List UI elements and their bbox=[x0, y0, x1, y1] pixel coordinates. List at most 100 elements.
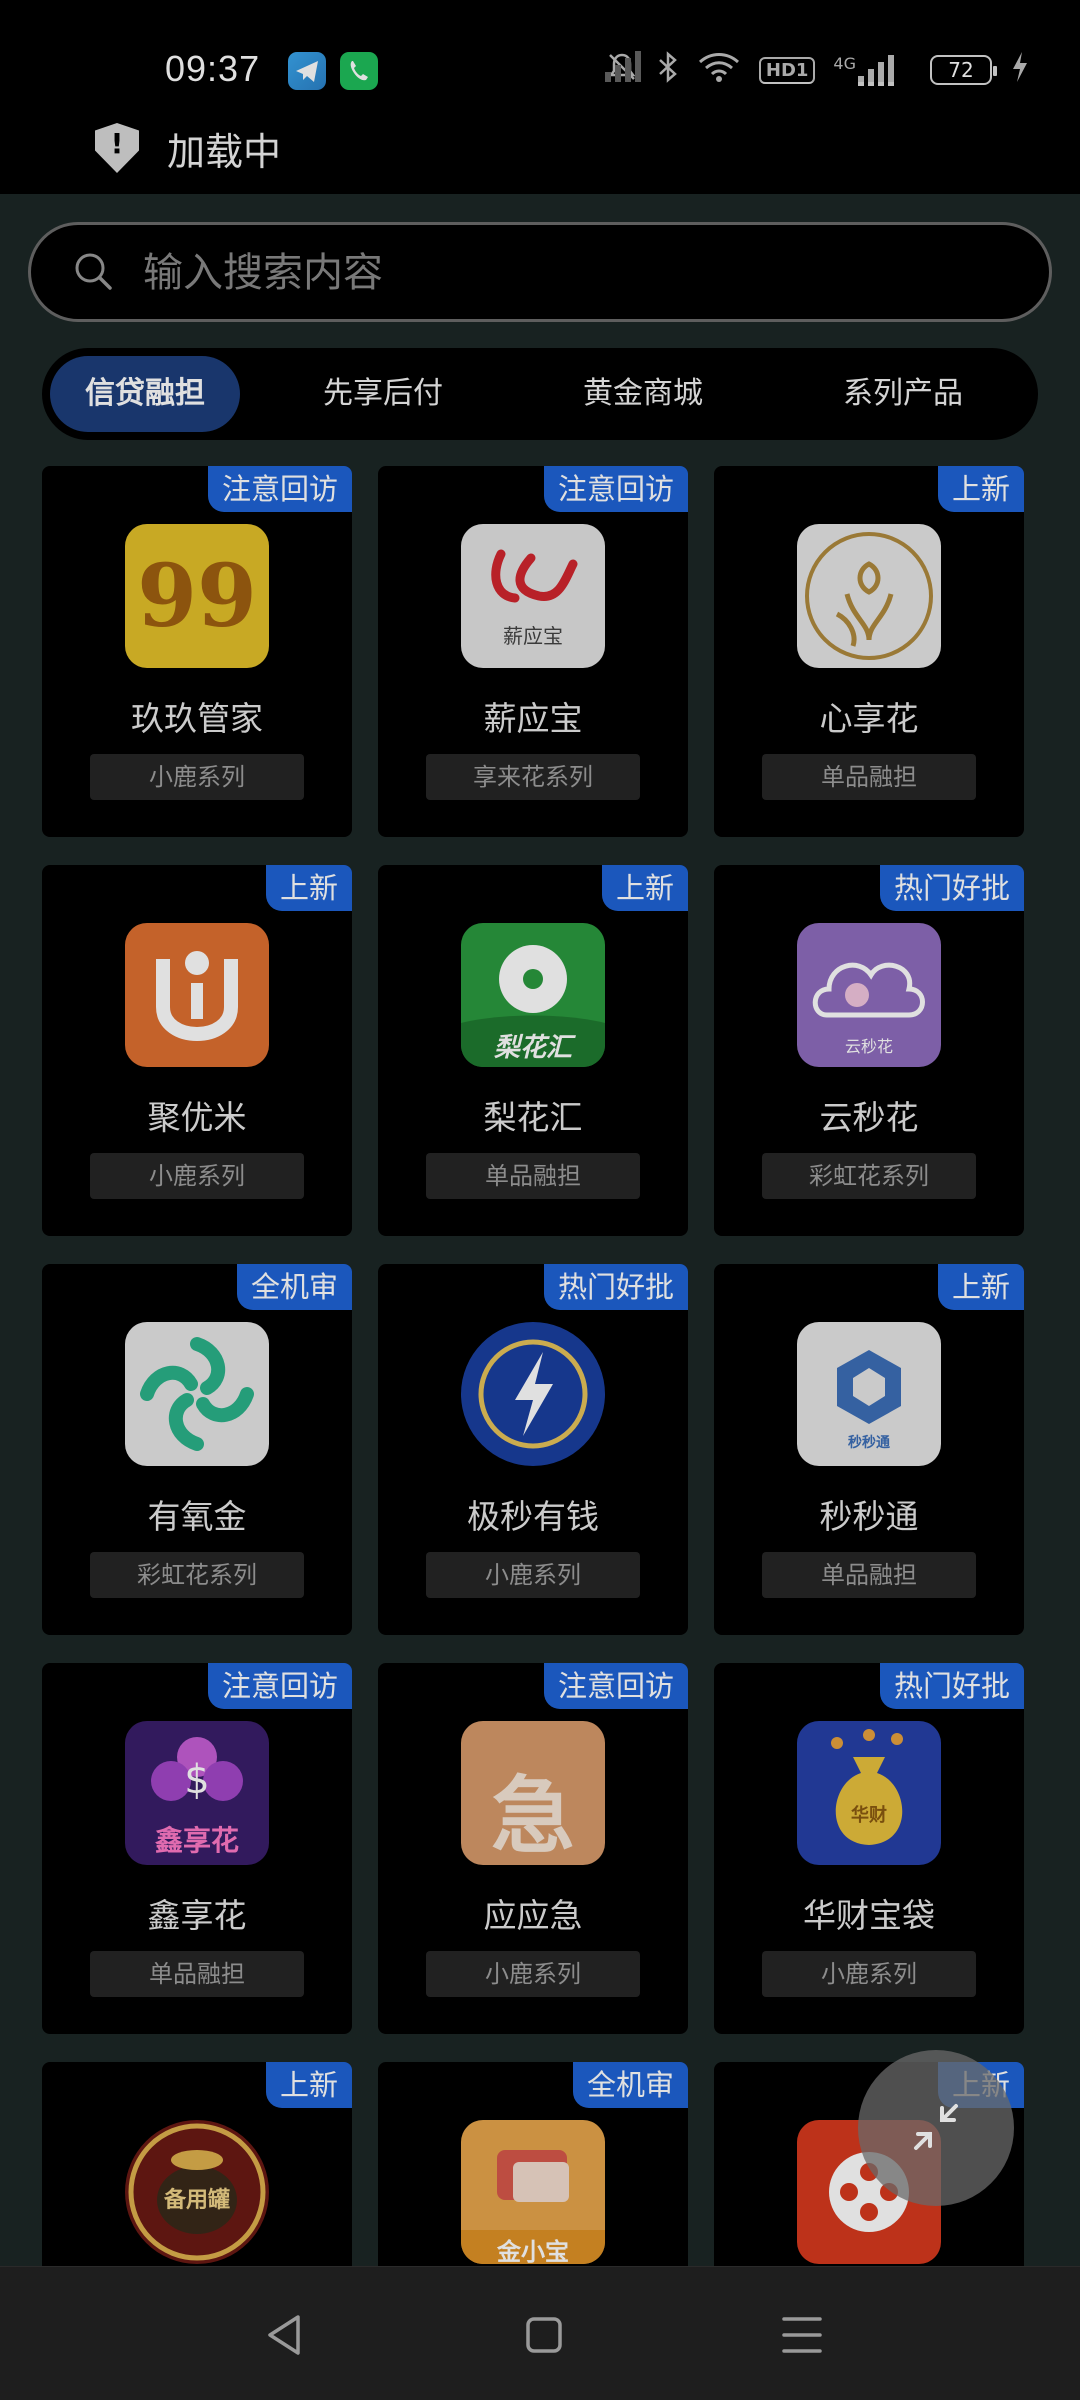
product-tag: 全机审 bbox=[236, 1264, 352, 1310]
product-series: 小鹿系列 bbox=[90, 1153, 304, 1199]
product-name: 华财宝袋 bbox=[803, 1896, 935, 1935]
status-icons: HD1 4G 72 bbox=[604, 50, 1030, 91]
xinyingbao-logo-icon: 薪应宝 bbox=[461, 524, 605, 668]
collapse-fab[interactable] bbox=[858, 2050, 1014, 2206]
product-series: 单品融担 bbox=[90, 1951, 304, 1997]
home-icon[interactable] bbox=[514, 2305, 574, 2365]
product-series: 彩虹花系列 bbox=[90, 1552, 304, 1598]
product-tag: 全机审 bbox=[572, 2062, 688, 2108]
icon-text: 备用罐 bbox=[163, 2188, 230, 2213]
product-series: 单品融担 bbox=[426, 1153, 640, 1199]
product-name: 聚优米 bbox=[147, 1098, 247, 1137]
phone-icon bbox=[340, 52, 378, 90]
product-series: 小鹿系列 bbox=[426, 1552, 640, 1598]
product-series: 小鹿系列 bbox=[90, 754, 304, 800]
bluetooth-icon bbox=[657, 50, 679, 91]
orchid-logo-icon: $ 鑫享花 bbox=[125, 1721, 269, 1865]
wifi-icon bbox=[697, 51, 741, 90]
icon-text: 99 bbox=[137, 546, 257, 647]
product-tag: 上新 bbox=[265, 865, 352, 911]
product-name: 云秒花 bbox=[819, 1098, 919, 1137]
product-series: 小鹿系列 bbox=[762, 1951, 976, 1997]
telegram-icon bbox=[288, 52, 326, 90]
product-tag: 热门好批 bbox=[879, 1663, 1024, 1709]
product-card[interactable]: 注意回访 99 玖玖管家 小鹿系列 bbox=[42, 466, 352, 837]
product-tag: 注意回访 bbox=[207, 466, 352, 512]
icon-text: 急 bbox=[490, 1767, 575, 1865]
product-series: 享来花系列 bbox=[426, 754, 640, 800]
product-card[interactable]: 全机审 有氧金 彩虹花系列 bbox=[42, 1264, 352, 1635]
cloud-logo-icon: 云秒花 bbox=[797, 923, 941, 1067]
search-input[interactable] bbox=[143, 245, 1003, 301]
swirl-logo-icon bbox=[125, 1322, 269, 1466]
product-name: 应应急 bbox=[483, 1896, 583, 1935]
search-bar[interactable] bbox=[28, 222, 1052, 322]
product-series: 小鹿系列 bbox=[426, 1951, 640, 1997]
product-card[interactable]: 上新 秒秒通 秒秒通 单品融担 bbox=[714, 1264, 1024, 1635]
cube-logo-icon: 秒秒通 bbox=[797, 1322, 941, 1466]
collapse-arrows-icon bbox=[914, 2104, 958, 2150]
product-card[interactable]: 热门好批 云秒花 云秒花 彩虹花系列 bbox=[714, 865, 1024, 1236]
tab-gold-mall[interactable]: 黄金商城 bbox=[498, 356, 788, 432]
icon-text: 梨花汇 bbox=[493, 1033, 572, 1063]
product-card[interactable]: 注意回访 急 应应急 小鹿系列 bbox=[378, 1663, 688, 2034]
tab-buy-now-pay-later[interactable]: 先享后付 bbox=[268, 356, 498, 432]
product-name: 有氧金 bbox=[147, 1497, 247, 1536]
product-card[interactable]: 上新 心享花 单品融担 bbox=[714, 466, 1024, 837]
network-type-label: 4G bbox=[833, 54, 856, 73]
status-bar: 09:37 HD1 4G 72 bbox=[0, 0, 1080, 140]
product-name: 梨花汇 bbox=[483, 1098, 583, 1137]
product-card[interactable]: 热门好批 极秒有钱 小鹿系列 bbox=[378, 1264, 688, 1635]
search-icon bbox=[75, 253, 112, 290]
icon-text: 华财 bbox=[851, 1805, 887, 1826]
product-card[interactable]: 注意回访 $ 鑫享花 鑫享花 单品融担 bbox=[42, 1663, 352, 2034]
jar-logo-icon: 备用罐 bbox=[125, 2120, 269, 2264]
icon-text: 秒秒通 bbox=[848, 1435, 890, 1451]
icon-text: 云秒花 bbox=[844, 1037, 893, 1056]
money-bag-logo-icon: 华财 bbox=[797, 1721, 941, 1865]
page-loading-row: ! 加载中 bbox=[95, 120, 281, 176]
product-tag: 热门好批 bbox=[543, 1264, 688, 1310]
product-card[interactable]: 上新 聚优米 小鹿系列 bbox=[42, 865, 352, 1236]
clock: 09:37 bbox=[165, 48, 261, 89]
hd-icon: HD1 bbox=[758, 56, 816, 84]
product-name: 心享花 bbox=[819, 699, 919, 738]
product-tag: 上新 bbox=[937, 1264, 1024, 1310]
tab-series-products[interactable]: 系列产品 bbox=[788, 356, 1018, 432]
product-tag: 上新 bbox=[601, 865, 688, 911]
product-tag: 注意回访 bbox=[207, 1663, 352, 1709]
svg-text:$: $ bbox=[184, 1757, 209, 1803]
product-name: 鑫享花 bbox=[147, 1896, 247, 1935]
icon-text: 鑫享花 bbox=[154, 1824, 239, 1857]
wallet-logo-icon: 金小宝 bbox=[461, 2120, 605, 2264]
battery-icon: 72 bbox=[930, 55, 997, 85]
category-tabs: 信贷融担 先享后付 黄金商城 系列产品 bbox=[42, 348, 1038, 440]
u-logo-icon bbox=[125, 923, 269, 1067]
product-card[interactable]: 注意回访 薪应宝 薪应宝 享来花系列 bbox=[378, 466, 688, 837]
product-card[interactable]: 上新 梨花汇 梨花汇 单品融担 bbox=[378, 865, 688, 1236]
system-nav-bar bbox=[0, 2266, 1080, 2400]
shield-icon: ! bbox=[95, 123, 139, 173]
product-tag: 上新 bbox=[937, 466, 1024, 512]
pear-blossom-logo-icon: 梨花汇 bbox=[461, 923, 605, 1067]
menu-icon[interactable] bbox=[772, 2305, 832, 2365]
signal-icon: 4G bbox=[833, 54, 894, 86]
loading-text: 加载中 bbox=[167, 129, 282, 174]
icon-text: 金小宝 bbox=[497, 2238, 569, 2264]
product-name: 秒秒通 bbox=[819, 1497, 919, 1536]
tab-credit[interactable]: 信贷融担 bbox=[50, 356, 240, 432]
product-tag: 注意回访 bbox=[543, 1663, 688, 1709]
product-series: 单品融担 bbox=[762, 1552, 976, 1598]
product-name: 极秒有钱 bbox=[467, 1497, 599, 1536]
product-tag: 热门好批 bbox=[879, 865, 1024, 911]
back-icon[interactable] bbox=[256, 2305, 316, 2365]
product-card[interactable]: 热门好批 华财 华财宝袋 小鹿系列 bbox=[714, 1663, 1024, 2034]
product-series: 单品融担 bbox=[762, 754, 976, 800]
icon-text: 薪应宝 bbox=[503, 624, 563, 648]
mute-icon bbox=[605, 50, 639, 91]
product-name: 薪应宝 bbox=[483, 699, 583, 738]
99-logo-icon: 99 bbox=[125, 524, 269, 668]
flower-logo-icon bbox=[797, 524, 941, 668]
product-series: 彩虹花系列 bbox=[762, 1153, 976, 1199]
product-tag: 注意回访 bbox=[543, 466, 688, 512]
